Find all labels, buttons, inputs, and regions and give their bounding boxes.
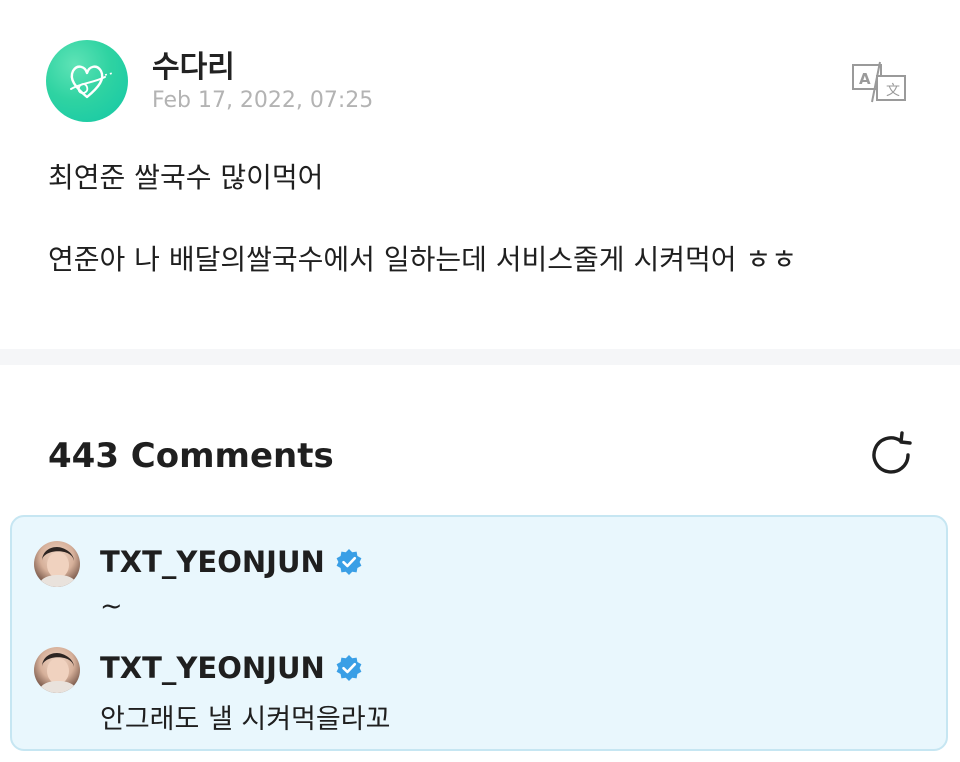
comment-author-name: TXT_YEONJUN [100, 545, 325, 579]
post-body: 최연준 쌀국수 많이먹어 연준아 나 배달의쌀국수에서 일하는데 서비스줄게 시… [48, 158, 928, 280]
comment-author[interactable]: TXT_YEONJUN [100, 651, 363, 685]
post-text-line: 최연준 쌀국수 많이먹어 [48, 161, 324, 194]
verified-badge-icon [336, 655, 362, 681]
translate-icon: A 文 [852, 61, 906, 103]
author-avatar[interactable] [46, 40, 128, 122]
artist-comment[interactable]: TXT_YEONJUN 안그래도 낼 시켜먹을라꼬 [12, 645, 946, 745]
comment-text: 안그래도 낼 시켜먹을라꼬 [100, 704, 391, 735]
comment-text: ~ [100, 591, 123, 622]
comments-count: 443 Comments [48, 436, 334, 476]
post-text-line: 연준아 나 배달의쌀국수에서 일하는데 서비스줄게 시켜먹어 ㅎㅎ [48, 243, 797, 276]
section-divider [0, 349, 960, 365]
commenter-avatar[interactable] [34, 647, 80, 693]
post-header: 수다리 Feb 17, 2022, 07:25 A 文 [0, 0, 960, 130]
verified-badge-icon [336, 549, 362, 575]
post-author-name[interactable]: 수다리 [152, 42, 235, 86]
comment-author[interactable]: TXT_YEONJUN [100, 545, 363, 579]
comment-author-name: TXT_YEONJUN [100, 651, 325, 685]
artist-comment[interactable]: TXT_YEONJUN ~ [12, 539, 946, 639]
artist-comments-box: TXT_YEONJUN ~ TXT_YEONJUN 안그래도 낼 시켜먹을라꼬 [10, 515, 948, 751]
refresh-button[interactable] [864, 428, 918, 482]
translate-button[interactable]: A 文 [850, 60, 910, 104]
svg-text:A: A [859, 70, 871, 88]
post-date: Feb 17, 2022, 07:25 [152, 88, 374, 113]
avatar-photo-icon [38, 653, 78, 693]
heart-doodle-icon [70, 65, 114, 99]
svg-text:文: 文 [886, 83, 900, 99]
commenter-avatar[interactable] [34, 541, 80, 587]
refresh-icon [872, 431, 912, 474]
avatar-photo-icon [38, 547, 78, 587]
